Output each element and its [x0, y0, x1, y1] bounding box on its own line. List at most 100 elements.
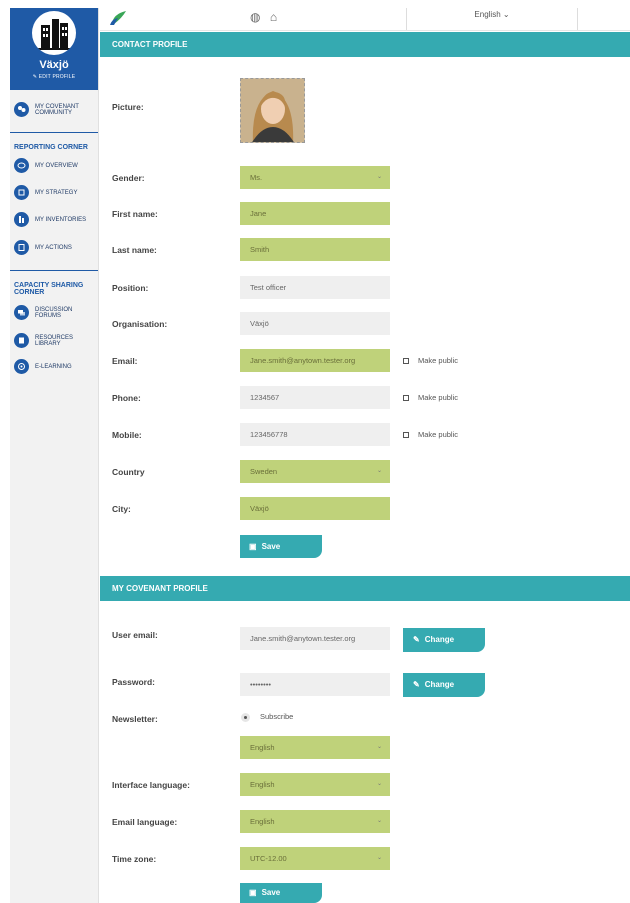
- edit-icon: ✎: [413, 680, 420, 689]
- top-bar: ◍ ⌂ English ⌄: [100, 8, 630, 31]
- edit-icon: ✎: [413, 635, 420, 644]
- home-icon[interactable]: ⌂: [270, 10, 277, 24]
- country-value: Sweden: [250, 467, 278, 476]
- mobile-make-public[interactable]: Make public: [403, 430, 458, 439]
- interface-language-label: Interface language:: [112, 780, 190, 790]
- library-icon: [14, 333, 29, 348]
- change-label: Change: [424, 635, 455, 644]
- city-logo: [32, 11, 76, 55]
- interface-language-value: English: [250, 780, 275, 789]
- city-name: Växjö: [39, 59, 69, 71]
- chevron-down-icon: ⌄: [376, 781, 382, 787]
- profile-picture[interactable]: [240, 78, 305, 143]
- overview-icon: [14, 158, 29, 173]
- community-icon: [14, 102, 29, 117]
- subscribe-option[interactable]: Subscribe: [241, 712, 293, 722]
- country-select[interactable]: Sweden ⌄: [240, 460, 390, 483]
- email-language-value: English: [250, 817, 275, 826]
- sidebar-item-label: MY ACTIONS: [35, 244, 72, 251]
- section-title: MY COVENANT PROFILE: [112, 584, 208, 593]
- email-field[interactable]: Jane.smith@anytown.tester.org: [240, 349, 390, 372]
- sidebar-item-community[interactable]: MY COVENANT COMMUNITY: [14, 102, 83, 117]
- organisation-field[interactable]: Växjö: [240, 312, 390, 335]
- sidebar-divider: [10, 270, 98, 271]
- user-email-field: Jane.smith@anytown.tester.org: [240, 627, 390, 650]
- reporting-corner-heading: REPORTING CORNER: [14, 144, 88, 151]
- chevron-down-icon: ⌄: [502, 10, 510, 19]
- change-email-button[interactable]: ✎ Change: [403, 628, 485, 652]
- make-public-label: Make public: [418, 393, 459, 402]
- sidebar-item-label: RESOURCES LIBRARY: [35, 334, 74, 347]
- sidebar-item-inventories[interactable]: MY INVENTORIES: [14, 212, 86, 227]
- language-selector-label: English: [474, 10, 501, 19]
- save-icon: ▣: [249, 542, 257, 551]
- sidebar-item-label: E-LEARNING: [35, 363, 72, 370]
- phone-field[interactable]: 1234567: [240, 386, 390, 409]
- forums-icon: [14, 305, 29, 320]
- radio-button[interactable]: [241, 712, 250, 722]
- checkbox[interactable]: [403, 395, 409, 402]
- covenant-save-button[interactable]: ▣ Save: [240, 883, 322, 903]
- user-email-label: User email:: [112, 630, 158, 640]
- chevron-down-icon: ⌄: [376, 174, 382, 180]
- gender-select[interactable]: Ms. ⌄: [240, 166, 390, 189]
- capacity-corner-heading: CAPACITY SHARING CORNER: [14, 282, 84, 296]
- globe-icon[interactable]: ◍: [250, 10, 260, 24]
- strategy-icon: [14, 185, 29, 200]
- sidebar-item-overview[interactable]: MY OVERVIEW: [14, 158, 78, 173]
- sidebar-item-forums[interactable]: DISCUSSION FORUMS: [14, 305, 75, 320]
- sidebar-item-elearning[interactable]: E-LEARNING: [14, 359, 72, 374]
- picture-label: Picture:: [112, 102, 144, 112]
- newsletter-language-value: English: [250, 743, 275, 752]
- elearning-icon: [14, 359, 29, 374]
- mobile-field[interactable]: 123456778: [240, 423, 390, 446]
- last-name-field[interactable]: Smith: [240, 238, 390, 261]
- actions-icon: [14, 240, 29, 255]
- section-title: CONTACT PROFILE: [112, 40, 188, 49]
- time-zone-label: Time zone:: [112, 854, 157, 864]
- sidebar-item-strategy[interactable]: MY STRATEGY: [14, 185, 77, 200]
- change-password-button[interactable]: ✎ Change: [403, 673, 485, 697]
- time-zone-value: UTC-12.00: [250, 854, 287, 863]
- sidebar-item-label: MY OVERVIEW: [35, 162, 78, 169]
- save-label: Save: [261, 888, 281, 897]
- checkbox[interactable]: [403, 358, 409, 365]
- make-public-label: Make public: [418, 356, 459, 365]
- sidebar-item-library[interactable]: RESOURCES LIBRARY: [14, 333, 75, 348]
- time-zone-select[interactable]: UTC-12.00 ⌄: [240, 847, 390, 870]
- edit-profile-link[interactable]: ✎ EDIT PROFILE: [10, 74, 98, 80]
- phone-make-public[interactable]: Make public: [403, 393, 458, 402]
- gender-value: Ms.: [250, 173, 263, 182]
- email-language-select[interactable]: English ⌄: [240, 810, 390, 833]
- city-field[interactable]: Växjö: [240, 497, 390, 520]
- contact-profile-header: CONTACT PROFILE: [100, 32, 630, 57]
- subscribe-label: Subscribe: [260, 712, 294, 721]
- edit-profile-label: EDIT PROFILE: [38, 74, 76, 80]
- checkbox[interactable]: [403, 432, 409, 439]
- language-selector[interactable]: English ⌄: [406, 8, 578, 30]
- newsletter-language-select[interactable]: English ⌄: [240, 736, 390, 759]
- inventories-icon: [14, 212, 29, 227]
- interface-language-select[interactable]: English ⌄: [240, 773, 390, 796]
- position-field[interactable]: Test officer: [240, 276, 390, 299]
- make-public-label: Make public: [418, 430, 459, 439]
- position-label: Position:: [112, 283, 149, 293]
- city-profile-block: Växjö ✎ EDIT PROFILE: [10, 8, 98, 90]
- change-label: Change: [424, 680, 455, 689]
- first-name-label: First name:: [112, 209, 158, 219]
- first-name-field[interactable]: Jane: [240, 202, 390, 225]
- contact-save-button[interactable]: ▣ Save: [240, 535, 322, 558]
- sidebar-item-label: MY COVENANT COMMUNITY: [35, 103, 79, 116]
- sidebar-item-label: MY STRATEGY: [35, 189, 78, 196]
- chevron-down-icon: ⌄: [376, 468, 382, 474]
- chevron-down-icon: ⌄: [376, 855, 382, 861]
- last-name-label: Last name:: [112, 245, 157, 255]
- email-make-public[interactable]: Make public: [403, 356, 458, 365]
- sidebar-item-label: DISCUSSION FORUMS: [35, 306, 73, 319]
- chevron-down-icon: ⌄: [376, 744, 382, 750]
- newsletter-label: Newsletter:: [112, 714, 158, 724]
- sidebar-item-actions[interactable]: MY ACTIONS: [14, 240, 72, 255]
- covenant-logo[interactable]: [110, 10, 128, 31]
- password-label: Password:: [112, 677, 155, 687]
- email-language-label: Email language:: [112, 817, 178, 827]
